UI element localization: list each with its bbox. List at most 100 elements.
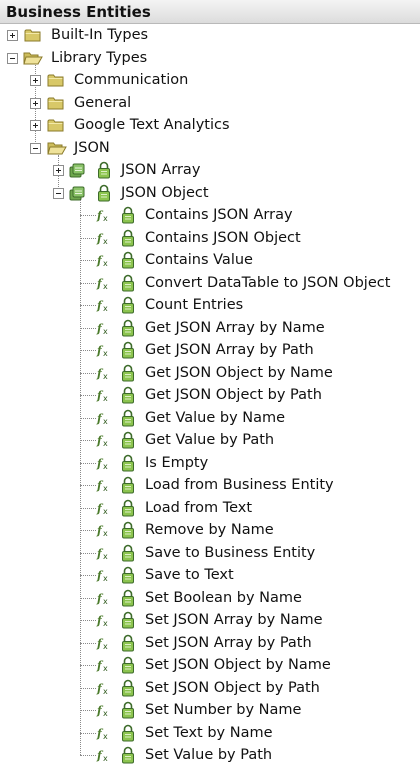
svg-text:x: x [103,282,108,291]
tree-connector-line [80,395,96,396]
tree-node-method[interactable]: Get JSON Array by Path [145,341,314,359]
tree-connector-line [80,620,96,621]
entity-tree: Built-In Types Library Types Communicati… [0,24,420,769]
expand-toggle[interactable] [53,165,64,176]
tree-node-method[interactable]: Save to Business Entity [145,544,315,562]
tree-node-method[interactable]: Is Empty [145,454,208,472]
tree-node-method[interactable]: Get JSON Object by Name [145,364,333,382]
lock-icon [121,229,135,251]
tree-node-built-in-types[interactable]: Built-In Types [51,26,148,44]
svg-text:x: x [103,709,108,718]
svg-text:x: x [103,619,108,628]
lock-icon [121,679,135,701]
tree-connector-line [80,372,96,374]
tree-connector-line [80,237,96,239]
tree-node-method[interactable]: Count Entries [145,296,243,314]
tree-node-method[interactable]: Set JSON Array by Path [145,634,312,652]
function-icon: f x [96,477,112,497]
function-icon: f x [96,387,112,407]
function-icon: f x [96,590,112,610]
tree-node-method[interactable]: Contains JSON Array [145,206,293,224]
svg-text:x: x [103,349,108,358]
tree-node-method[interactable]: Load from Business Entity [145,476,334,494]
function-icon: f x [96,567,112,587]
tree-node-general[interactable]: General [74,94,131,112]
tree-node-json-object[interactable]: JSON Object [121,184,209,202]
collapse-toggle[interactable] [7,52,18,64]
lock-icon [97,184,111,206]
panel-header: Business Entities [0,0,420,24]
tree-node-method[interactable]: Set Boolean by Name [145,589,302,607]
expand-toggle[interactable] [30,120,41,131]
tree-node-method[interactable]: Set Value by Path [145,746,272,764]
expand-toggle[interactable] [7,30,18,41]
expand-toggle[interactable] [30,75,41,86]
lock-icon [121,746,135,768]
tree-connector-line [80,485,96,486]
tree-node-method[interactable]: Load from Text [145,499,252,517]
lock-icon [121,589,135,611]
tree-node-method[interactable]: Get Value by Path [145,431,274,449]
lock-icon [121,431,135,453]
tree-node-method[interactable]: Contains Value [145,251,253,269]
function-icon: f x [96,702,112,722]
tree-connector-line [80,260,96,261]
tree-node-json[interactable]: JSON [74,139,110,157]
tree-node-method[interactable]: Set Text by Name [145,724,273,742]
svg-text:x: x [103,732,108,741]
tree-connector-line [80,440,96,441]
svg-text:x: x [103,372,108,381]
svg-text:x: x [103,597,108,606]
tree-node-library-types[interactable]: Library Types [51,49,147,67]
function-icon: f x [96,612,112,632]
function-icon: f x [96,432,112,452]
svg-text:x: x [103,754,108,763]
tree-node-method[interactable]: Convert DataTable to JSON Object [145,274,390,292]
svg-text:x: x [103,304,108,313]
function-icon: f x [96,230,112,250]
folder-icon [24,28,42,46]
folder-open-icon [47,141,67,159]
lock-icon [121,341,135,363]
folder-icon [47,96,65,114]
svg-text:x: x [103,462,108,471]
tree-node-method[interactable]: Set JSON Object by Path [145,679,320,697]
tree-node-json-array[interactable]: JSON Array [121,161,200,179]
tree-node-method[interactable]: Set JSON Array by Name [145,611,323,629]
lock-icon [121,566,135,588]
tree-connector-line [80,597,96,599]
tree-node-method[interactable]: Get Value by Name [145,409,285,427]
tree-node-google-text-analytics[interactable]: Google Text Analytics [74,116,230,134]
tree-node-method[interactable]: Set Number by Name [145,701,301,719]
svg-text:x: x [103,214,108,223]
tree-node-method[interactable]: Contains JSON Object [145,229,301,247]
lock-icon [121,611,135,633]
tree-connector-line [80,732,96,734]
lock-icon [97,161,111,183]
tree-connector-line [80,350,96,351]
function-icon: f x [96,297,112,317]
collapse-toggle[interactable] [53,187,64,199]
lock-icon [121,724,135,746]
tree-node-method[interactable]: Remove by Name [145,521,274,539]
lock-icon [121,499,135,521]
tree-connector-line [80,507,96,509]
tree-node-method[interactable]: Set JSON Object by Name [145,656,331,674]
expand-toggle[interactable] [30,97,41,109]
function-icon: f x [96,320,112,340]
tree-node-communication[interactable]: Communication [74,71,188,89]
function-icon: f x [96,455,112,475]
tree-connector-line [80,530,96,531]
tree-connector-line [80,642,96,644]
lock-icon [121,386,135,408]
business-entity-icon [69,162,89,183]
function-icon: f x [96,342,112,362]
tree-node-method[interactable]: Get JSON Array by Name [145,319,325,337]
tree-node-method[interactable]: Save to Text [145,566,234,584]
collapse-toggle[interactable] [30,142,41,154]
svg-text:x: x [103,394,108,403]
tree-node-method[interactable]: Get JSON Object by Path [145,386,322,404]
svg-text:x: x [103,417,108,426]
function-icon: f x [96,725,112,745]
function-icon: f x [96,545,112,565]
